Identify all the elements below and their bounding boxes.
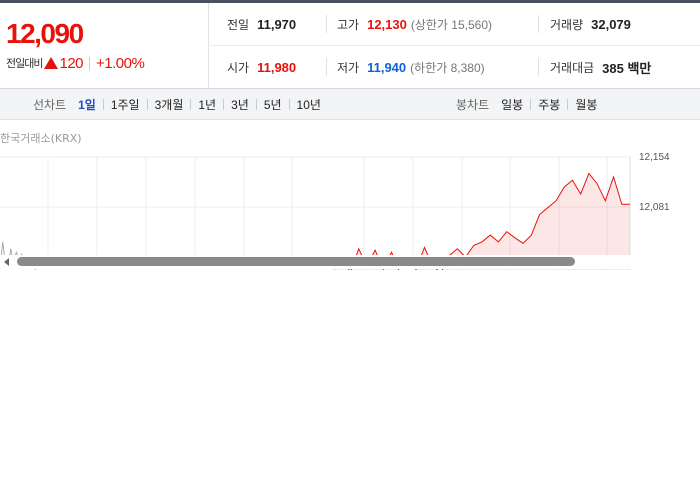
stat-prev-close: 전일 11,970 <box>227 3 296 45</box>
stat-value: 11,940 <box>367 59 407 75</box>
divider <box>567 98 569 110</box>
chart-period-toolbar: 선차트 1일 1주일 3개월 1년 3년 5년 10년 봉차트 일봉 주봉 월봉 <box>0 89 700 120</box>
stat-label: 거래대금 <box>550 60 595 75</box>
divider <box>288 98 290 110</box>
change-rate: +1.00% <box>96 54 145 72</box>
column-divider <box>326 58 327 76</box>
divider <box>223 98 225 110</box>
y-tick-label: 12,081 <box>639 202 670 213</box>
stock-widget: 12,090 전일대비 120 +1.00% 전일 11,970 고가 12,1… <box>0 0 700 490</box>
divider <box>146 98 148 110</box>
chart-scrollbar[interactable] <box>0 255 700 269</box>
line-chart-title: 선차트 <box>33 97 67 112</box>
candle-weekly[interactable]: 주봉 <box>538 96 560 113</box>
stat-high: 고가 12,130 (상한가 15,560) <box>337 3 492 45</box>
scroll-left-icon[interactable] <box>4 258 9 266</box>
line-chart-periods: 선차트 1일 1주일 3개월 1년 3년 5년 10년 <box>33 89 321 119</box>
stat-value: 12,130 <box>367 16 407 32</box>
stat-label: 고가 <box>337 17 360 32</box>
change-amount: 120 <box>59 54 84 72</box>
period-5y[interactable]: 5년 <box>264 96 282 113</box>
divider <box>190 98 192 110</box>
candle-monthly[interactable]: 월봉 <box>575 96 597 113</box>
stat-label: 전일 <box>227 17 250 32</box>
price-chart-svg: 12,154 12,081 <box>0 152 670 270</box>
candle-chart-periods: 봉차트 일봉 주봉 월봉 <box>456 89 597 119</box>
stat-label: 시가 <box>227 60 250 75</box>
triangle-up-icon <box>44 57 59 69</box>
stats-table: 전일 11,970 고가 12,130 (상한가 15,560) 거래량 32,… <box>210 3 700 89</box>
column-divider <box>538 15 539 33</box>
stat-low: 저가 11,940 (하한가 8,380) <box>337 46 485 88</box>
stat-value: 385 백만 <box>602 60 652 76</box>
candle-chart-title: 봉차트 <box>456 97 490 112</box>
candle-daily[interactable]: 일봉 <box>501 96 523 113</box>
divider <box>530 98 532 110</box>
stat-sub: (상한가 15,560) <box>410 17 493 32</box>
exchange-label: 한국거래소(KRX) <box>0 132 82 145</box>
y-tick-label: 12,154 <box>639 152 670 163</box>
period-10y[interactable]: 10년 <box>297 96 321 113</box>
stat-open: 시가 11,980 <box>227 46 296 88</box>
change-divider <box>89 56 91 70</box>
period-3m[interactable]: 3개월 <box>155 96 184 113</box>
stats-row-2: 시가 11,980 저가 11,940 (하한가 8,380) 거래대금 385… <box>210 46 700 89</box>
column-divider <box>538 58 539 76</box>
stat-label: 저가 <box>337 60 360 75</box>
change-row: 전일대비 120 +1.00% <box>6 53 145 73</box>
current-price-box: 12,090 전일대비 120 +1.00% <box>0 3 209 89</box>
current-price: 12,090 <box>6 18 84 49</box>
period-3y[interactable]: 3년 <box>231 96 249 113</box>
stat-value: 11,980 <box>257 59 297 75</box>
period-1d[interactable]: 1일 <box>78 96 96 113</box>
price-chart: 12,154 12,081 한국거래소(KRX) <box>0 120 700 270</box>
column-divider <box>326 15 327 33</box>
stat-label: 거래량 <box>550 17 584 32</box>
stat-value: 11,970 <box>257 16 297 32</box>
price-summary: 12,090 전일대비 120 +1.00% 전일 11,970 고가 12,1… <box>0 3 700 89</box>
change-label: 전일대비 <box>6 57 43 70</box>
period-1y[interactable]: 1년 <box>198 96 216 113</box>
scrollbar-thumb[interactable] <box>17 257 575 266</box>
divider <box>102 98 104 110</box>
stat-volume: 거래량 32,079 <box>550 3 631 45</box>
period-1w[interactable]: 1주일 <box>111 96 140 113</box>
stat-sub: (하한가 8,380) <box>410 60 485 75</box>
stat-trade-value: 거래대금 385 백만 <box>550 46 651 88</box>
divider <box>255 98 257 110</box>
stats-row-1: 전일 11,970 고가 12,130 (상한가 15,560) 거래량 32,… <box>210 3 700 46</box>
stat-value: 32,079 <box>591 16 631 32</box>
